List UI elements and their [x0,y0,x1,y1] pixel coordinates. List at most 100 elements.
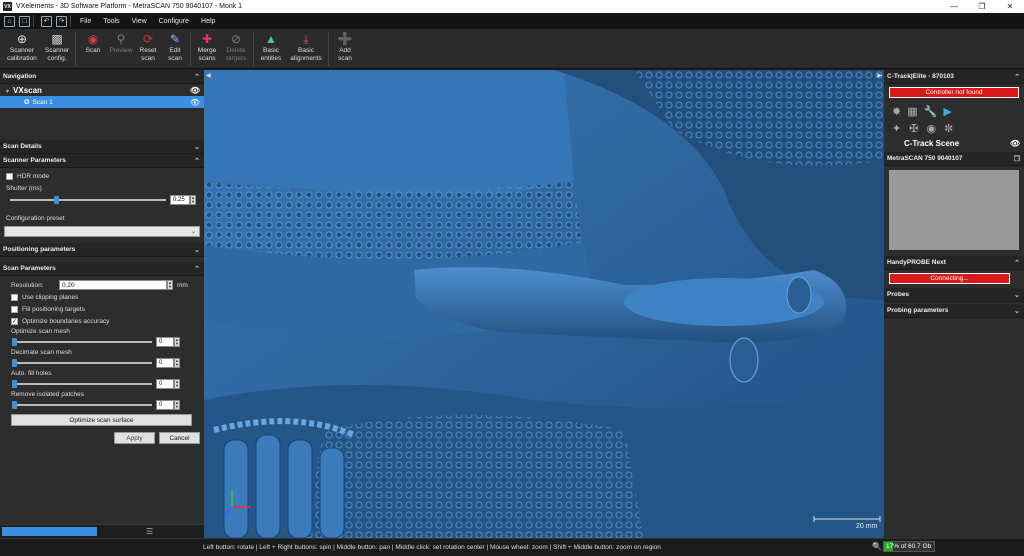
edit-icon: ✎ [169,32,181,46]
add-scan-button[interactable]: ➕ Add scan [331,29,359,69]
controller-status-bar: Controller not found [889,87,1019,98]
ctrack-header[interactable]: C-Track|Elite - 870103 ⌃ [884,70,1024,84]
hdr-mode-checkbox[interactable]: HDR mode [0,170,204,182]
close-button[interactable]: ✕ [996,0,1024,13]
remove-patches-label: Remove isolated patches [11,391,84,398]
shutter-slider[interactable] [10,196,166,204]
shutter-value-field[interactable]: 0.25 [170,195,190,205]
menu-tools[interactable]: Tools [97,18,125,25]
navigation-header[interactable]: Navigation ⌃ [0,70,204,84]
spinner-icon[interactable]: ▲ ▼ [174,337,180,347]
config-preset-dropdown[interactable]: ⌄ [4,226,200,237]
positioning-parameters-header[interactable]: Positioning parameters ⌄ [0,243,204,257]
metrascan-header[interactable]: MetraSCAN 750 9040107 ❐ [884,152,1024,166]
auto-fill-slider[interactable] [12,380,152,388]
wand-icon[interactable]: ✸ [892,105,901,118]
eye-icon[interactable]: 👁 [190,86,200,95]
redo-icon[interactable]: ↷ [56,15,67,27]
spinner-icon[interactable]: ▲ ▼ [174,358,180,368]
zoom-icon[interactable]: 🔍 [872,542,882,551]
delete-targets-button[interactable]: ⊘ Delete targets [221,29,251,69]
preview-icon: ⚲ [116,32,126,46]
use-clipping-checkbox[interactable]: Use clipping planes [0,291,204,303]
menu-configure[interactable]: Configure [153,18,195,25]
collapse-right-arrow-icon[interactable]: ▶ [877,72,882,79]
tree-item-scan-1[interactable]: ✪ Scan 1 👁 [0,96,204,108]
ctrack-icon-row-1: ✸ ▦ 🔧 ▶ [884,101,1024,122]
axes-icon[interactable]: ✠ [909,122,918,135]
chevron-up-icon: ⌃ [1014,73,1020,81]
target-icon[interactable]: ✦ [892,122,901,135]
optimize-mesh-value[interactable]: 0 [156,337,174,347]
basic-entities-button[interactable]: ▲ Basic entities [256,29,286,69]
auto-fill-value[interactable]: 0 [156,379,174,389]
handyprobe-status-bar: Connecting... [889,273,1010,284]
checkmark-icon: ✓ [11,317,18,325]
spinner-icon[interactable]: ▲ ▼ [174,400,180,410]
remove-patches-slider[interactable] [12,401,152,409]
menu-help[interactable]: Help [195,18,221,25]
remove-patches-value[interactable]: 0 [156,400,174,410]
fill-targets-checkbox[interactable]: Fill positioning targets [0,303,204,315]
reflector-icon[interactable]: ✼ [944,122,953,135]
optimize-mesh-slider[interactable] [12,338,152,346]
merge-scans-button[interactable]: ✚ Merge scans [193,29,221,69]
new-file-icon[interactable]: □ [19,15,30,27]
tree-root-vxscan[interactable]: ▾ VXscan 👁 [0,84,204,96]
add-scan-icon: ➕ [337,32,353,46]
decimate-mesh-slider[interactable] [12,359,152,367]
restore-button[interactable]: ❐ [968,0,996,13]
basic-alignments-button[interactable]: ⤓ Basic alignments [286,29,326,69]
window-title: VXelements - 3D Software Platform - Metr… [16,3,243,10]
window-restore-icon[interactable]: ❐ [1014,155,1020,163]
sensor-icon[interactable]: ◉ [926,122,936,135]
shutter-spinner-icon[interactable]: ▲ ▼ [190,195,196,205]
eye-icon[interactable]: 👁 [1010,139,1020,148]
cancel-button[interactable]: Cancel [159,432,200,444]
play-icon[interactable]: ▶ [943,105,951,118]
optimize-scan-surface-button[interactable]: Optimize scan surface [11,414,192,426]
undo-icon[interactable]: ↶ [41,15,52,27]
probes-header[interactable]: Probes ⌄ [884,288,1024,302]
eye-icon[interactable]: 👁 [190,98,200,107]
status-message: Left button: rotate | Left + Right butto… [203,544,661,551]
config-preset-label: Configuration preset [6,214,65,222]
shutter-slider-row: 0.25 ▲ ▼ [0,194,204,206]
collapse-left-arrow-icon[interactable]: ◀ [206,72,211,79]
menu-view[interactable]: View [126,18,153,25]
list-icon[interactable]: ☰ [146,527,153,536]
resolution-spinner-icon[interactable]: ▲ ▼ [167,280,173,290]
edit-scan-button[interactable]: ✎ Edit scan [162,29,188,69]
probing-parameters-header[interactable]: Probing parameters ⌄ [884,304,1024,318]
wrench-icon[interactable]: 🔧 [924,105,938,118]
scan-details-header[interactable]: Scan Details ⌄ [0,140,204,154]
optimize-boundaries-checkbox[interactable]: ✓ Optimize boundaries accuracy [0,315,204,327]
scan-icon: ◉ [87,32,99,46]
spinner-icon[interactable]: ▲ ▼ [174,379,180,389]
optimize-mesh-label: Optimize scan mesh [11,328,70,335]
scan-parameters-header[interactable]: Scan Parameters ⌃ [0,262,204,276]
collapse-arrow-icon[interactable]: ▾ [6,89,9,95]
ctrack-icon-row-2: ✦ ✠ ◉ ✼ [884,122,1024,135]
home-icon[interactable]: ⌂ [4,15,15,27]
resolution-input[interactable]: 0.20 [59,280,167,290]
preview-button[interactable]: ⚲ Preview [108,29,134,69]
minimize-button[interactable]: — [940,0,968,13]
apply-button[interactable]: Apply [114,432,155,444]
menu-file[interactable]: File [74,18,97,25]
scanner-parameters-header[interactable]: Scanner Parameters ⌃ [0,154,204,168]
title-bar: VX VXelements - 3D Software Platform - M… [0,0,1024,13]
3d-viewport[interactable]: 20 mm ◀ ▶ [204,70,884,538]
calibrate-icon[interactable]: ▦ [907,105,917,118]
chevron-down-icon: ⌄ [194,143,200,151]
decimate-mesh-value[interactable]: 0 [156,358,174,368]
left-panel-footer: ☰ [0,524,204,538]
handyprobe-header[interactable]: HandyPROBE Next ⌃ [884,256,1024,270]
chevron-down-icon: ⌄ [1014,307,1020,315]
left-panel: Navigation ⌃ ▾ VXscan 👁 ✪ Scan 1 👁 Scan Det… [0,70,204,538]
scanner-config-button[interactable]: ▩ Scanner config. [41,29,73,69]
reset-scan-button[interactable]: ⟳ Reset scan [134,29,162,69]
memory-usage-bar: 17% of 60.7 Gb [883,541,935,552]
scanner-calibration-button[interactable]: ⊕ Scanner calibration [3,29,41,69]
scan-button[interactable]: ◉ Scan [78,29,108,69]
